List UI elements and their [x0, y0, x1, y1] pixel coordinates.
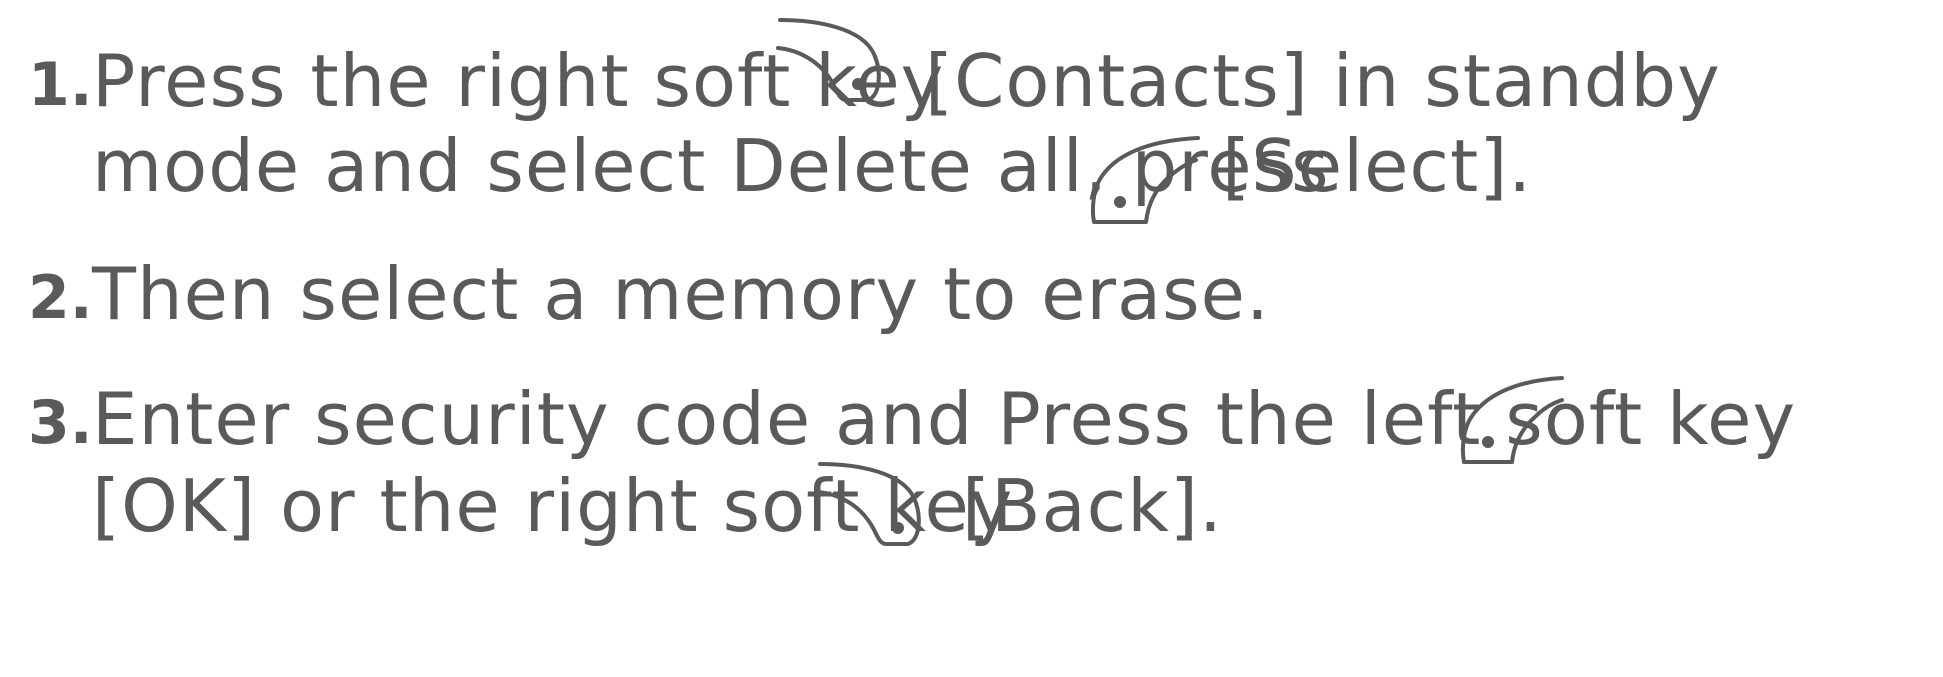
step-number: 3.: [28, 388, 93, 458]
step-number: 1.: [28, 50, 93, 120]
left-soft-key-icon: [1461, 376, 1564, 464]
step-text: Then select a memory to erase.: [92, 252, 1270, 336]
step-text: [Select].: [1222, 124, 1533, 208]
step-number: 2.: [28, 263, 93, 333]
step-text: [Back].: [962, 464, 1223, 548]
right-soft-key-icon: [776, 18, 881, 102]
step-text: [Contacts] in standby: [925, 39, 1721, 123]
right-soft-key-icon: [816, 462, 921, 546]
left-soft-key-icon: [1091, 136, 1200, 224]
